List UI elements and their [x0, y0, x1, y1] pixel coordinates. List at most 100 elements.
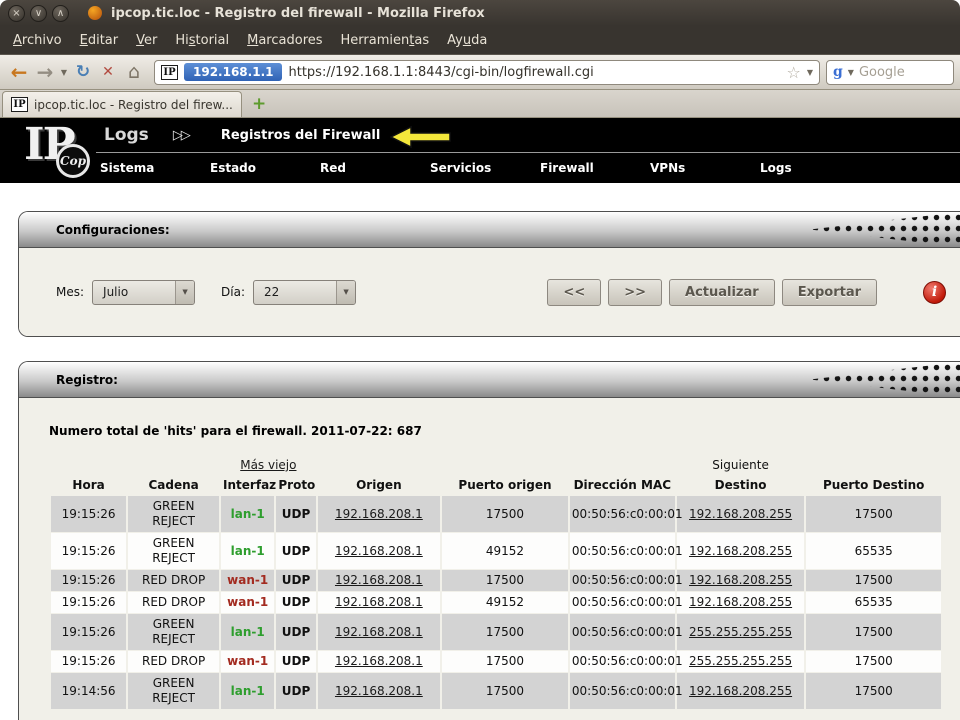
page-title: Registros del Firewall — [221, 128, 381, 143]
halftone-dots-decoration — [810, 362, 960, 397]
cell-destination: 255.255.255.255 — [677, 651, 805, 672]
day-select-value: 22 — [254, 281, 336, 304]
destination-ip-link[interactable]: 192.168.208.255 — [689, 544, 792, 558]
menu-item-historial[interactable]: Historial — [166, 29, 238, 52]
nav-item-firewall[interactable]: Firewall — [540, 161, 650, 175]
cell-destination: 255.255.255.255 — [677, 614, 805, 650]
next-label: Siguiente — [677, 457, 805, 474]
url-text[interactable]: https://192.168.1.1:8443/cgi-bin/logfire… — [288, 65, 780, 80]
nav-item-red[interactable]: Red — [320, 161, 430, 175]
col-puerto-origen: Puerto origen — [442, 475, 568, 495]
refresh-icon[interactable]: ↻ — [70, 62, 96, 82]
next-button[interactable]: >> — [608, 279, 662, 306]
log-row: 19:15:26RED DROPwan-1UDP192.168.208.1175… — [51, 651, 941, 672]
ipcop-header: IP Cop Logs ▷▷ Registros del Firewall Si… — [0, 118, 960, 183]
search-box[interactable]: g ▼ Google — [826, 60, 954, 85]
cell-destination: 192.168.208.255 — [677, 673, 805, 709]
firefox-icon — [88, 6, 102, 20]
search-engine-dropdown-icon[interactable]: ▼ — [848, 68, 854, 77]
col-puerto-destino: Puerto Destino — [806, 475, 941, 495]
destination-ip-link[interactable]: 192.168.208.255 — [689, 507, 792, 521]
menu-item-ver[interactable]: Ver — [127, 29, 166, 52]
col-direccion-mac: Dirección MAC — [570, 475, 675, 495]
col-destino: Destino — [677, 475, 805, 495]
window-minimize-button[interactable]: ∨ — [30, 5, 47, 22]
log-row: 19:14:56GREEN REJECTlan-1UDP192.168.208.… — [51, 673, 941, 709]
bookmark-star-icon[interactable]: ☆ — [787, 63, 801, 82]
window-title: ipcop.tic.loc - Registro del firewall - … — [111, 6, 485, 21]
source-ip-link[interactable]: 192.168.208.1 — [335, 625, 423, 639]
log-panel: Registro: Numero total de 'hits' para el… — [18, 361, 960, 720]
window-close-button[interactable]: × — [8, 5, 25, 22]
nav-item-logs[interactable]: Logs — [760, 161, 870, 175]
back-icon[interactable]: ← — [6, 60, 32, 84]
source-ip-link[interactable]: 192.168.208.1 — [335, 595, 423, 609]
cell-source: 192.168.208.1 — [318, 496, 440, 532]
cell-time: 19:15:26 — [51, 614, 126, 650]
source-ip-link[interactable]: 192.168.208.1 — [335, 544, 423, 558]
stop-icon[interactable]: ✕ — [96, 64, 120, 80]
month-select[interactable]: Julio ▼ — [92, 280, 195, 305]
source-ip-link[interactable]: 192.168.208.1 — [335, 684, 423, 698]
nav-item-vpns[interactable]: VPNs — [650, 161, 760, 175]
search-placeholder: Google — [859, 65, 905, 80]
cell-mac: 00:50:56:c0:00:01 — [570, 614, 675, 650]
previous-button[interactable]: << — [547, 279, 601, 306]
cell-mac: 00:50:56:c0:00:01 — [570, 496, 675, 532]
month-select-arrow-icon[interactable]: ▼ — [175, 281, 194, 304]
cell-interface: lan-1 — [221, 533, 274, 569]
chevrons-icon: ▷▷ — [173, 128, 189, 143]
cell-interface: wan-1 — [221, 592, 274, 613]
cell-interface: lan-1 — [221, 496, 274, 532]
cell-destination-port: 17500 — [806, 570, 941, 591]
export-button[interactable]: Exportar — [782, 279, 877, 306]
menu-item-herramientas[interactable]: Herramientas — [332, 29, 439, 52]
menu-item-ayuda[interactable]: Ayuda — [438, 29, 496, 52]
site-identity-button[interactable]: 192.168.1.1 — [184, 63, 282, 81]
cell-chain: RED DROP — [128, 651, 219, 672]
info-icon[interactable]: i — [923, 281, 946, 304]
url-dropdown-icon[interactable]: ▼ — [807, 68, 813, 77]
nav-item-servicios[interactable]: Servicios — [430, 161, 540, 175]
forward-icon[interactable]: → — [32, 60, 58, 84]
log-row: 19:15:26GREEN REJECTlan-1UDP192.168.208.… — [51, 533, 941, 569]
destination-ip-link[interactable]: 192.168.208.255 — [689, 684, 792, 698]
settings-panel-header: Configuraciones: — [19, 212, 960, 248]
source-ip-link[interactable]: 192.168.208.1 — [335, 573, 423, 587]
source-ip-link[interactable]: 192.168.208.1 — [335, 507, 423, 521]
cell-destination: 192.168.208.255 — [677, 570, 805, 591]
menu-item-editar[interactable]: Editar — [71, 29, 128, 52]
pagination-row: Más viejo Siguiente — [51, 457, 941, 474]
day-select[interactable]: 22 ▼ — [253, 280, 356, 305]
menu-item-archivo[interactable]: Archivo — [4, 29, 71, 52]
history-dropdown-icon[interactable]: ▼ — [58, 68, 70, 77]
menu-item-marcadores[interactable]: Marcadores — [238, 29, 331, 52]
tab-title: ipcop.tic.loc - Registro del firew... — [34, 98, 233, 112]
empty-cell — [51, 457, 219, 474]
cell-destination: 192.168.208.255 — [677, 496, 805, 532]
home-icon[interactable]: ⌂ — [120, 61, 148, 83]
cell-chain: GREEN REJECT — [128, 496, 219, 532]
cell-chain: GREEN REJECT — [128, 614, 219, 650]
tab-bar: IP ipcop.tic.loc - Registro del firew...… — [0, 90, 960, 118]
destination-ip-link[interactable]: 192.168.208.255 — [689, 595, 792, 609]
browser-tab[interactable]: IP ipcop.tic.loc - Registro del firew... — [2, 91, 242, 117]
cell-proto: UDP — [276, 651, 315, 672]
new-tab-button[interactable]: + — [242, 94, 276, 117]
destination-ip-link[interactable]: 192.168.208.255 — [689, 573, 792, 587]
nav-item-sistema[interactable]: Sistema — [100, 161, 210, 175]
destination-ip-link[interactable]: 255.255.255.255 — [689, 625, 792, 639]
update-button[interactable]: Actualizar — [669, 279, 775, 306]
cell-proto: UDP — [276, 570, 315, 591]
nav-item-estado[interactable]: Estado — [210, 161, 320, 175]
url-bar[interactable]: IP 192.168.1.1 https://192.168.1.1:8443/… — [154, 60, 820, 85]
destination-ip-link[interactable]: 255.255.255.255 — [689, 654, 792, 668]
cell-time: 19:14:56 — [51, 673, 126, 709]
cell-destination-port: 17500 — [806, 614, 941, 650]
older-link[interactable]: Más viejo — [240, 458, 296, 472]
day-select-arrow-icon[interactable]: ▼ — [336, 281, 355, 304]
window-maximize-button[interactable]: ∧ — [52, 5, 69, 22]
source-ip-link[interactable]: 192.168.208.1 — [335, 654, 423, 668]
cell-mac: 00:50:56:c0:00:01 — [570, 592, 675, 613]
cell-proto: UDP — [276, 533, 315, 569]
